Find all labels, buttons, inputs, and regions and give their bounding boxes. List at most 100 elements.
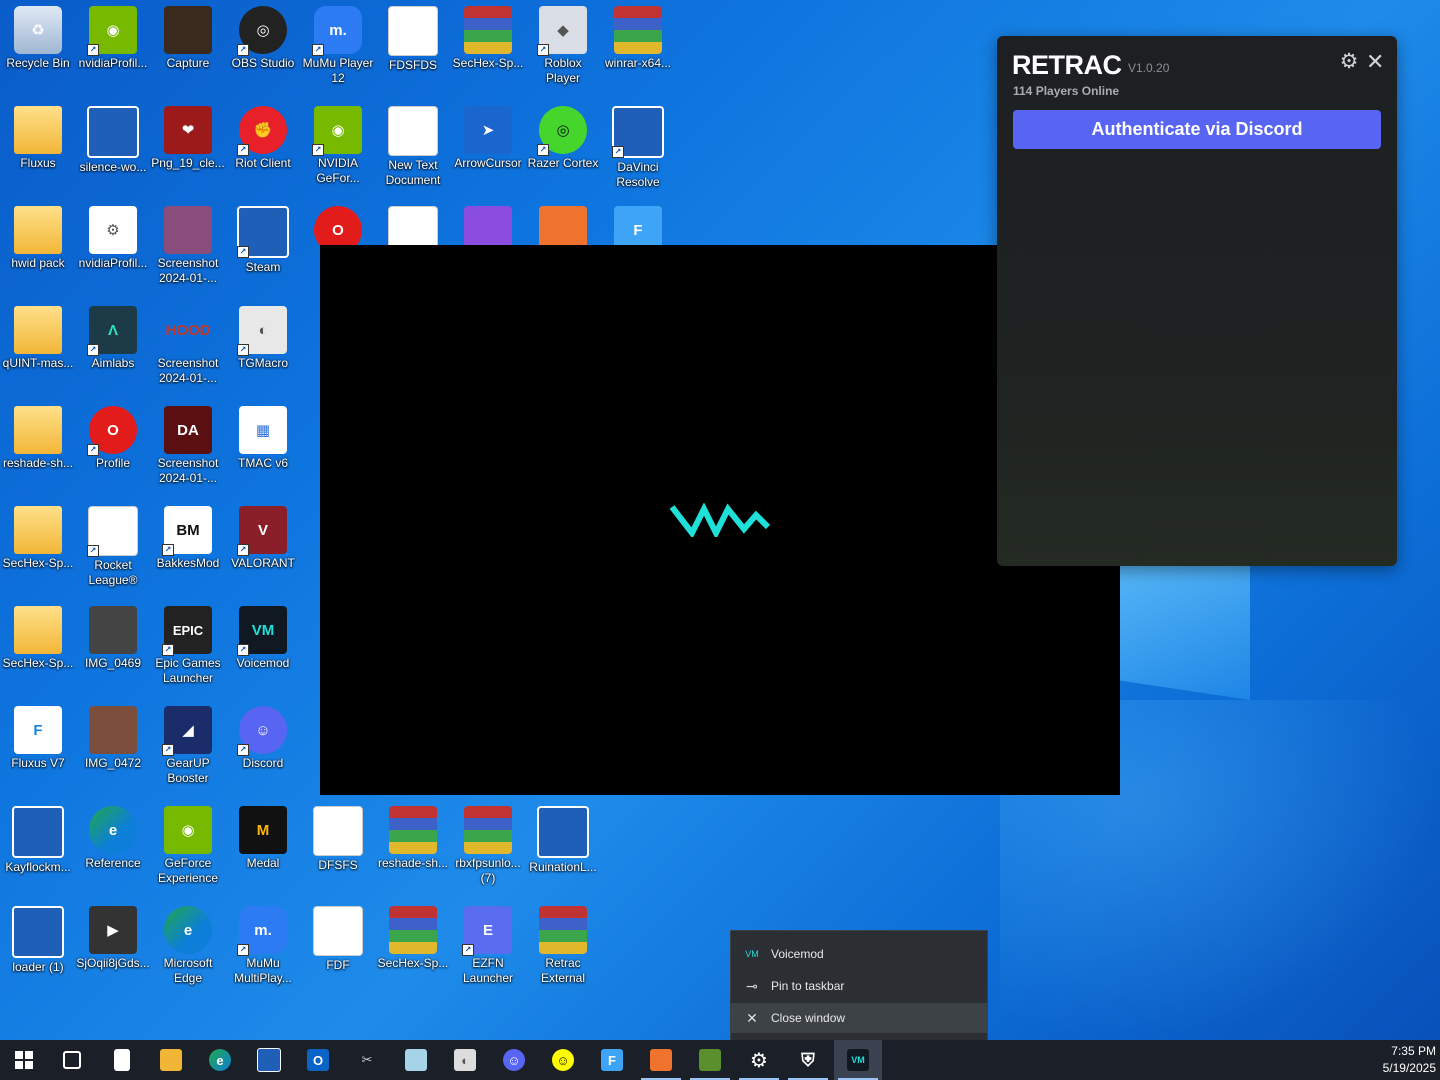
desktop-icon-reshade-2[interactable]: reshade-sh... [375,800,451,896]
desktop-icon-aimlabs[interactable]: Λ ↗ Aimlabs [75,300,151,396]
desktop-icon-voicemod[interactable]: VM ↗ Voicemod [225,600,301,696]
desktop-icon-mumu-multi[interactable]: m. ↗ MuMu MultiPlay... [225,900,301,996]
desktop-icon-sechex-2[interactable]: SecHex-Sp... [0,500,76,596]
desktop-icon-png19[interactable]: ❤ Png_19_cle... [150,100,226,196]
taskbar-voicemod[interactable]: VM [834,1040,882,1080]
desktop-icon-dfsfs[interactable]: DFSFS [300,800,376,896]
desktop-icon-nvidia-profile[interactable]: ◉ ↗ nvidiaProfil... [75,0,151,96]
desktop-icon-ruination[interactable]: RuinationL... [525,800,601,896]
desktop-icon-kayflock[interactable]: Kayflockm... [0,800,76,896]
desktop-icon-retrac-external[interactable]: Retrac External [525,900,601,996]
desktop-icon-mumu[interactable]: m. ↗ MuMu Player 12 [300,0,376,96]
taskbar-window-app[interactable] [245,1040,293,1080]
desktop-icon-reshade-1[interactable]: reshade-sh... [0,400,76,496]
desktop-icon-nvidia-profile-2[interactable]: ⚙ nvidiaProfil... [75,200,151,296]
steam-icon: ↗ [237,206,289,258]
desktop-icon-rbxfps[interactable]: rbxfpsunlo... (7) [450,800,526,896]
taskbar-edge[interactable]: e [196,1040,244,1080]
desktop-icon-loader[interactable]: loader (1) [0,900,76,996]
task-view-button[interactable] [48,1040,96,1080]
desktop-icon-valorant[interactable]: V ↗ VALORANT [225,500,301,596]
bakkesmod-icon: BM ↗ [162,506,212,556]
gear-icon[interactable]: ⚙ [1338,51,1360,73]
taskbar-app[interactable]: ◐ [441,1040,489,1080]
desktop-icon-nvidia-geforce[interactable]: ◉ ↗ NVIDIA GeFor... [300,100,376,196]
jumplist-close-window[interactable]: ✕ Close window [731,1003,987,1033]
minecraft-icon [699,1049,721,1071]
taskbar-file-explorer[interactable] [147,1040,195,1080]
start-button[interactable] [0,1040,48,1080]
taskbar-tool[interactable]: ✂ [343,1040,391,1080]
desktop-icon-obs[interactable]: ◎ ↗ OBS Studio [225,0,301,96]
taskbar-snapchat[interactable]: ☺ [539,1040,587,1080]
desktop-icon-hwid-pack[interactable]: hwid pack [0,200,76,296]
desktop-icon-fluxus[interactable]: Fluxus [0,100,76,196]
desktop-icon-roblox[interactable]: ◆ ↗ Roblox Player [525,0,601,96]
jumplist-app-voicemod[interactable]: VM Voicemod [731,939,987,969]
authenticate-discord-button[interactable]: Authenticate via Discord [1013,110,1381,149]
desktop-icon-winrar[interactable]: winrar-x64... [600,0,676,96]
desktop-icon-tgmacro[interactable]: ◐ ↗ TGMacro [225,300,301,396]
desktop-icon-screenshot-1[interactable]: Screenshot 2024-01-... [150,200,226,296]
taskbar-discord[interactable]: ☺ [490,1040,538,1080]
obs-icon: ◎ ↗ [237,6,287,56]
desktop-icon-sechex-1[interactable]: SecHex-Sp... [450,0,526,96]
players-online-count: 114 Players Online [1013,84,1120,98]
desktop-icon-profile[interactable]: O ↗ Profile [75,400,151,496]
desktop-icon-steam[interactable]: ↗ Steam [225,200,301,296]
edge-icon: e [164,906,212,954]
desktop-icon-recycle-bin[interactable]: ♻ Recycle Bin [0,0,76,96]
desktop-icon-sjoqii[interactable]: ▶ SjOqii8jGds... [75,900,151,996]
desktop-icon-sechex-4[interactable]: SecHex-Sp... [375,900,451,996]
desktop-icon-davinci[interactable]: ↗ DaVinci Resolve [600,100,676,196]
retrac-window[interactable]: RETRAC V1.0.20 114 Players Online ⚙ ✕ Au… [997,36,1397,566]
desktop-icon-ezfn[interactable]: E ↗ EZFN Launcher [450,900,526,996]
desktop-icon-new-text[interactable]: New Text Document [375,100,451,196]
riot-icon: ✊ ↗ [237,106,287,156]
desktop-icon-discord[interactable]: ☺ ↗ Discord [225,700,301,796]
jumplist-pin-to-taskbar[interactable]: ⊸ Pin to taskbar [731,971,987,1001]
taskbar-fn[interactable]: F [588,1040,636,1080]
taskbar-rabbit[interactable] [637,1040,685,1080]
desktop-icon-epic[interactable]: EPIC ↗ Epic Games Launcher [150,600,226,696]
taskbar-minecraft[interactable] [686,1040,734,1080]
desktop-icon-edge[interactable]: e Microsoft Edge [150,900,226,996]
maze-icon: ▦ [239,406,287,454]
image-icon [89,606,137,654]
desktop-icon-screenshot-2[interactable]: HOOD Screenshot 2024-01-... [150,300,226,396]
desktop-icon-img0469[interactable]: IMG_0469 [75,600,151,696]
taskbar-file[interactable] [98,1040,146,1080]
winrar-icon [539,906,587,954]
desktop-icon-img0472[interactable]: IMG_0472 [75,700,151,796]
folder-icon [14,606,62,654]
desktop-icon-fluxus-v7[interactable]: F Fluxus V7 [0,700,76,796]
close-icon[interactable]: ✕ [1366,51,1384,73]
edge-icon: e [209,1049,231,1071]
taskbar-security[interactable]: ⛨ [784,1040,832,1080]
desktop-icon-tmac[interactable]: ▦ TMAC v6 [225,400,301,496]
desktop-icon-screenshot-3[interactable]: DA Screenshot 2024-01-... [150,400,226,496]
desktop-icon-sechex-3[interactable]: SecHex-Sp... [0,600,76,696]
taskbar-outlook[interactable]: O [294,1040,342,1080]
text-file-icon [388,106,438,156]
desktop-icon-gearup[interactable]: ◢ ↗ GearUP Booster [150,700,226,796]
desktop-icon-medal[interactable]: M Medal [225,800,301,896]
desktop-icon-fdsfds[interactable]: FDSFDS [375,0,451,96]
desktop-icon-fdf[interactable]: FDF [300,900,376,996]
desktop-icon-geforce-experience[interactable]: ◉ GeForce Experience [150,800,226,896]
desktop-icon-rocket-league[interactable]: ↗ Rocket League® [75,500,151,596]
desktop-icon-arrowcursor[interactable]: ➤ ArrowCursor [450,100,526,196]
desktop-icon-quint[interactable]: qUINT-mas... [0,300,76,396]
desktop-icon-capture[interactable]: Capture [150,0,226,96]
desktop-icon-silence[interactable]: silence-wo... [75,100,151,196]
file-icon [388,6,438,56]
app-icon [12,906,64,958]
desktop-icon-bakkesmod[interactable]: BM ↗ BakkesMod [150,500,226,596]
desktop-icon-riot[interactable]: ✊ ↗ Riot Client [225,100,301,196]
taskbar-notepad[interactable] [392,1040,440,1080]
system-clock[interactable]: 7:35 PM 5/19/2025 [1370,1043,1436,1077]
desktop-icon-razer[interactable]: ◎ ↗ Razer Cortex [525,100,601,196]
taskbar-settings[interactable]: ⚙ [735,1040,783,1080]
fn-icon: F [601,1049,623,1071]
desktop-icon-reference[interactable]: e Reference [75,800,151,896]
